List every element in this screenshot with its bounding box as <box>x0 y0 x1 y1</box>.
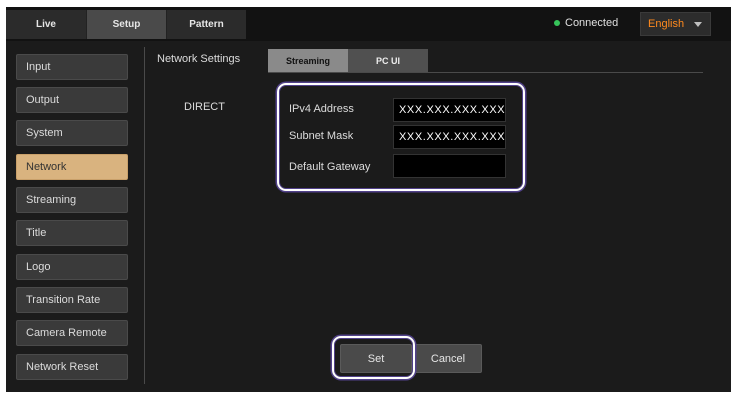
cancel-button[interactable]: Cancel <box>414 344 482 373</box>
sidebar-item-label: Network <box>26 161 67 173</box>
status-dot-icon <box>554 20 560 26</box>
sidebar-item-input[interactable]: Input <box>16 54 128 80</box>
subnet-mask-field[interactable]: XXX.XXX.XXX.XXX <box>393 125 506 149</box>
ipv4-address-label: IPv4 Address <box>289 103 354 115</box>
sidebar-item-title[interactable]: Title <box>16 220 128 246</box>
sidebar-item-system[interactable]: System <box>16 120 128 146</box>
default-gateway-label: Default Gateway <box>289 161 371 173</box>
language-select[interactable]: English <box>640 12 711 36</box>
sidebar-item-camera-remote[interactable]: Camera Remote <box>16 320 128 346</box>
sidebar-item-network-reset[interactable]: Network Reset <box>16 354 128 380</box>
sidebar-item-label: Network Reset <box>26 361 99 373</box>
ipv4-address-field[interactable]: XXX.XXX.XXX.XXX <box>393 98 506 122</box>
tab-streaming[interactable]: Streaming <box>268 49 348 72</box>
sidebar-item-streaming[interactable]: Streaming <box>16 187 128 213</box>
sidebar-item-label: Streaming <box>26 194 77 206</box>
language-value: English <box>648 18 685 30</box>
tab-pc-ui[interactable]: PC UI <box>348 49 428 72</box>
sidebar-item-label: Transition Rate <box>26 294 101 306</box>
app-window: Live Setup Pattern Connected English Inp… <box>6 7 731 392</box>
status-text: Connected <box>565 17 619 29</box>
sidebar-divider <box>144 47 145 384</box>
page-title: Network Settings <box>157 53 241 65</box>
sidebar-item-output[interactable]: Output <box>16 87 128 113</box>
default-gateway-field[interactable] <box>393 154 506 178</box>
sidebar-item-label: Camera Remote <box>26 327 107 339</box>
sidebar-item-label: Input <box>26 61 51 73</box>
chevron-down-icon <box>694 22 702 27</box>
sidebar-item-label: Title <box>26 227 47 239</box>
sidebar-item-logo[interactable]: Logo <box>16 254 128 280</box>
set-button-highlight <box>332 336 415 379</box>
tab-live[interactable]: Live <box>6 10 86 39</box>
sidebar-item-network[interactable]: Network <box>16 154 128 180</box>
connection-status: Connected <box>554 17 618 29</box>
mode-label: DIRECT <box>184 101 225 113</box>
top-bar: Live Setup Pattern Connected English <box>6 7 731 41</box>
tab-setup[interactable]: Setup <box>86 10 166 39</box>
sidebar-item-transition-rate[interactable]: Transition Rate <box>16 287 128 313</box>
tab-divider <box>268 72 703 73</box>
sidebar-item-label: Output <box>26 94 60 106</box>
subnet-mask-label: Subnet Mask <box>289 130 354 142</box>
sidebar-item-label: Logo <box>26 261 51 273</box>
sidebar-item-label: System <box>26 127 63 139</box>
tab-pattern[interactable]: Pattern <box>166 10 246 39</box>
